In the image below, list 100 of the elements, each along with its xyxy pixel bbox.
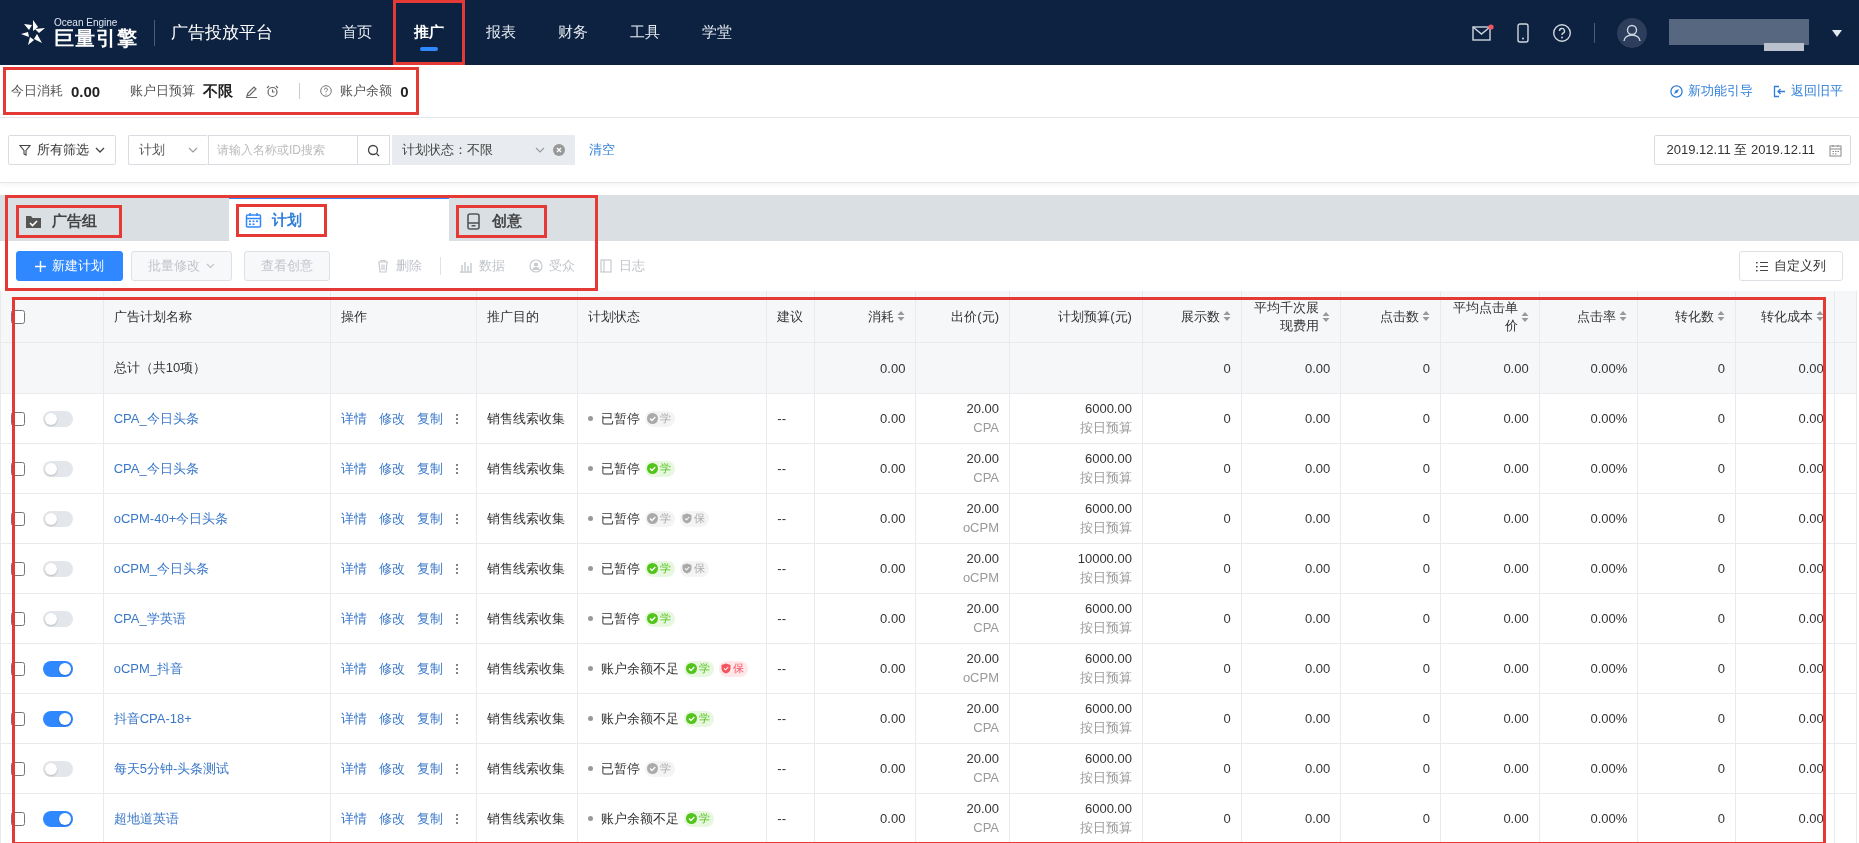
more-icon[interactable]	[455, 612, 460, 625]
plan-name-link[interactable]: 抖音CPA-18+	[113, 710, 192, 726]
action-link[interactable]: 修改	[379, 659, 406, 678]
action-link[interactable]: 修改	[379, 709, 406, 728]
date-range-picker[interactable]: 2019.12.11 至 2019.12.11	[1653, 135, 1851, 165]
checkbox[interactable]	[11, 411, 25, 426]
alarm-icon[interactable]	[266, 84, 280, 98]
more-icon[interactable]	[455, 462, 460, 475]
column-header[interactable]: 点击率	[1577, 307, 1628, 326]
action-link[interactable]: 详情	[341, 809, 368, 828]
action-link[interactable]: 详情	[341, 409, 368, 428]
toggle-switch[interactable]	[43, 710, 73, 727]
sort-icon[interactable]	[1619, 310, 1628, 323]
tab[interactable]: 创意	[449, 199, 669, 241]
toggle-switch[interactable]	[43, 660, 73, 677]
more-icon[interactable]	[455, 412, 460, 425]
action-link[interactable]: 详情	[341, 459, 368, 478]
action-link[interactable]: 复制	[417, 759, 444, 778]
column-header[interactable]: 转化数	[1675, 307, 1726, 326]
plan-name-link[interactable]: CPA_今日头条	[113, 410, 199, 426]
action-link[interactable]: 复制	[417, 559, 444, 578]
nav-tab[interactable]: 首页	[321, 0, 393, 65]
toggle-switch[interactable]	[43, 810, 73, 827]
nav-tab[interactable]: 推广	[393, 0, 465, 65]
action-link[interactable]: 复制	[417, 409, 444, 428]
nav-tab[interactable]: 工具	[609, 0, 681, 65]
plan-name-link[interactable]: CPA_今日头条	[113, 460, 199, 476]
checkbox[interactable]	[11, 711, 25, 726]
sort-icon[interactable]	[1422, 310, 1430, 323]
new-plan-button[interactable]: 新建计划	[16, 251, 123, 281]
avatar-icon[interactable]	[1617, 17, 1647, 48]
phone-icon[interactable]	[1516, 22, 1530, 43]
plan-name-link[interactable]: 每天5分钟-头条测试	[113, 760, 230, 776]
action-link[interactable]: 修改	[379, 409, 406, 428]
logo[interactable]: Ocean Engine 巨量引擎	[18, 17, 138, 48]
toggle-switch[interactable]	[43, 560, 73, 577]
more-icon[interactable]	[455, 712, 460, 725]
nav-tab[interactable]: 学堂	[681, 0, 753, 65]
toggle-switch[interactable]	[43, 460, 73, 477]
column-header[interactable]: 展示数	[1180, 307, 1231, 326]
action-link[interactable]: 修改	[379, 459, 406, 478]
action-link[interactable]: 详情	[341, 509, 368, 528]
column-header[interactable]: 消耗	[868, 307, 906, 326]
action-link[interactable]: 修改	[379, 809, 406, 828]
clear-icon[interactable]	[553, 144, 565, 156]
checkbox[interactable]	[11, 661, 25, 676]
nav-tab[interactable]: 财务	[537, 0, 609, 65]
clear-link[interactable]: 清空	[589, 141, 615, 159]
sort-icon[interactable]	[1520, 310, 1529, 323]
more-icon[interactable]	[455, 562, 460, 575]
checkbox[interactable]	[11, 461, 25, 476]
more-icon[interactable]	[455, 812, 460, 825]
checkbox[interactable]	[11, 310, 25, 325]
tab[interactable]: 广告组	[9, 199, 229, 241]
plan-name-link[interactable]: oCPM_抖音	[113, 660, 184, 676]
mail-icon[interactable]	[1472, 23, 1494, 42]
filter-dropdown[interactable]: 所有筛选	[8, 135, 116, 165]
action-link[interactable]: 复制	[417, 709, 444, 728]
checkbox[interactable]	[11, 811, 25, 826]
sort-icon[interactable]	[1815, 310, 1824, 323]
action-link[interactable]: 详情	[341, 659, 368, 678]
action-link[interactable]: 复制	[417, 509, 444, 528]
column-header[interactable]: 点击数	[1380, 307, 1430, 326]
customize-columns-button[interactable]: 自定义列	[1739, 251, 1843, 281]
sort-icon[interactable]	[1222, 310, 1231, 323]
checkbox[interactable]	[11, 511, 25, 526]
toggle-switch[interactable]	[43, 510, 73, 527]
action-link[interactable]: 复制	[417, 809, 444, 828]
action-link[interactable]: 修改	[379, 559, 406, 578]
action-link[interactable]: 详情	[341, 559, 368, 578]
search-button[interactable]	[358, 135, 390, 165]
plan-name-link[interactable]: 超地道英语	[113, 810, 179, 826]
checkbox[interactable]	[11, 561, 25, 576]
action-link[interactable]: 复制	[417, 609, 444, 628]
action-link[interactable]: 详情	[341, 709, 368, 728]
toggle-switch[interactable]	[43, 610, 73, 627]
level-select[interactable]: 计划	[128, 135, 208, 165]
nav-tab[interactable]: 报表	[465, 0, 537, 65]
action-link[interactable]: 复制	[417, 659, 444, 678]
action-link[interactable]: 详情	[341, 759, 368, 778]
plan-name-link[interactable]: oCPM-40+今日头条	[113, 510, 229, 526]
more-icon[interactable]	[455, 762, 460, 775]
sort-icon[interactable]	[1322, 310, 1331, 323]
plan-name-link[interactable]: CPA_学英语	[113, 610, 186, 626]
status-filter[interactable]: 计划状态：不限	[392, 135, 575, 165]
toggle-switch[interactable]	[43, 760, 73, 777]
action-link[interactable]: 修改	[379, 609, 406, 628]
sort-icon[interactable]	[1717, 310, 1726, 323]
header-link[interactable]: 返回旧平	[1773, 82, 1843, 100]
more-icon[interactable]	[455, 512, 460, 525]
plan-name-link[interactable]: oCPM_今日头条	[113, 560, 210, 576]
action-link[interactable]: 修改	[379, 509, 406, 528]
caret-icon[interactable]	[1831, 27, 1843, 38]
more-icon[interactable]	[455, 662, 460, 675]
checkbox[interactable]	[11, 611, 25, 626]
header-link[interactable]: 新功能引导	[1670, 82, 1753, 100]
search-field[interactable]: 请输入名称或ID搜索	[208, 135, 358, 165]
checkbox[interactable]	[11, 761, 25, 776]
toggle-switch[interactable]	[43, 410, 73, 427]
action-link[interactable]: 详情	[341, 609, 368, 628]
